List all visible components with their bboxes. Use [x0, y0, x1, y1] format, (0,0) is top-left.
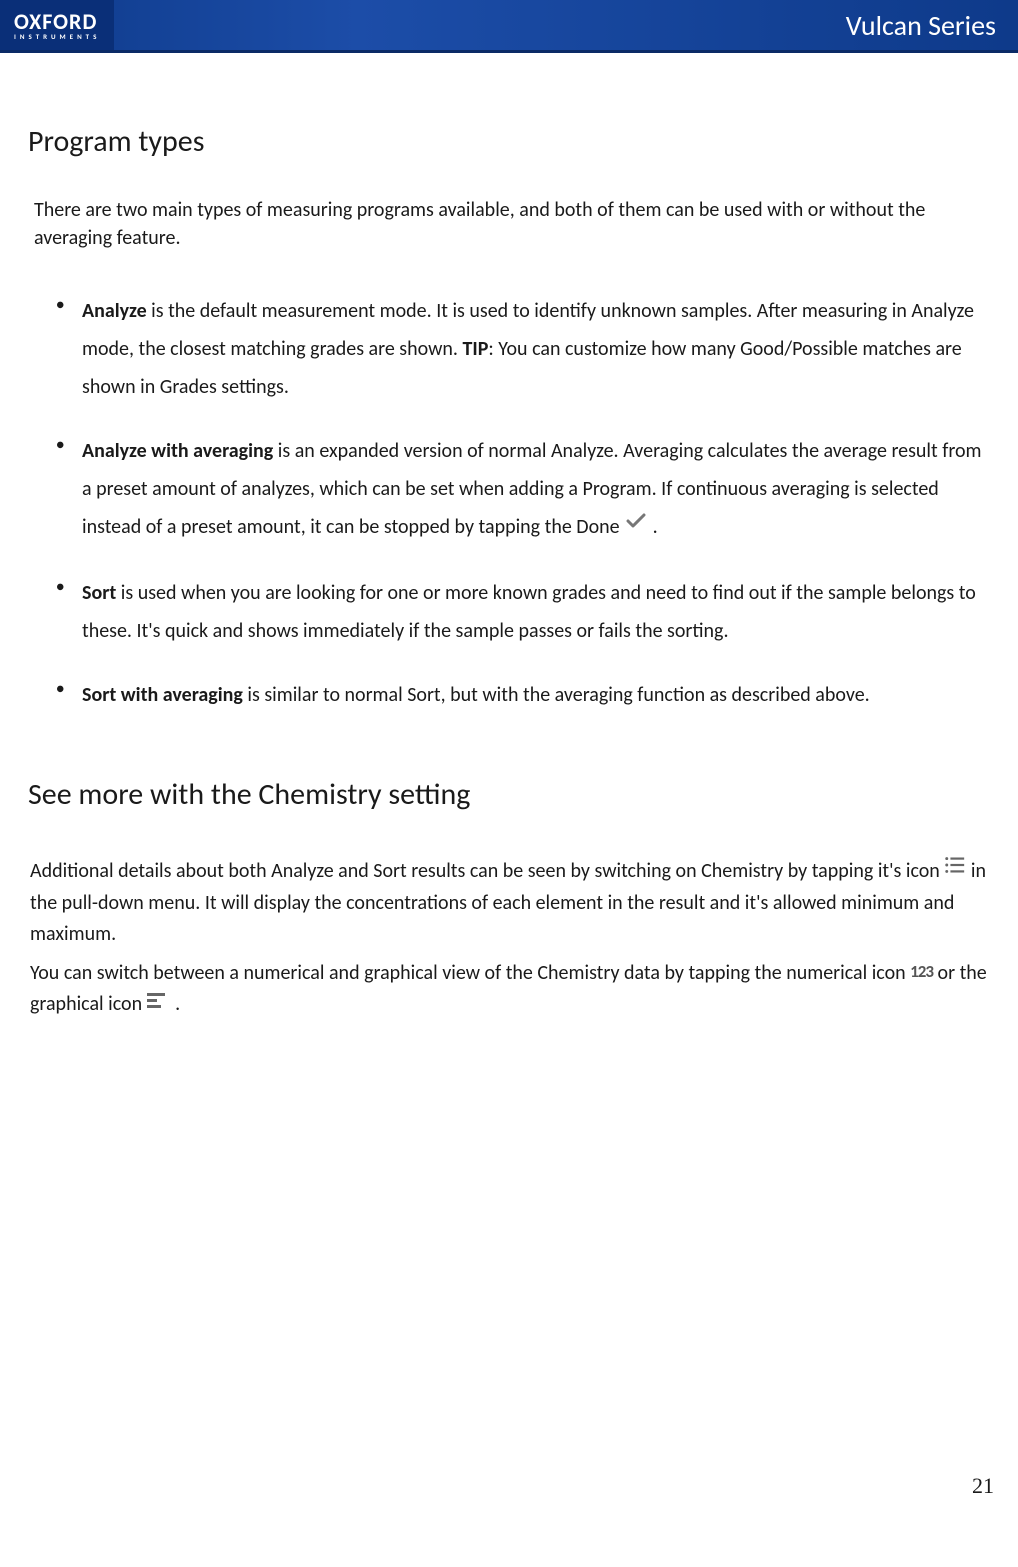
item-title: Analyze: [82, 299, 147, 323]
header-bar: OXFORD INSTRUMENTS Vulcan Series: [0, 0, 1018, 53]
body-text: You can switch between a numerical and g…: [30, 961, 910, 985]
list-item: Sort is used when you are looking for on…: [56, 574, 990, 650]
body-text: Additional details about both Analyze an…: [30, 859, 944, 883]
page-number: 21: [972, 1473, 994, 1499]
section-heading-chemistry: See more with the Chemistry setting: [28, 774, 990, 817]
graphical-bars-icon: [147, 988, 171, 1019]
checkmark-icon: [624, 508, 648, 546]
item-text: is used when you are looking for one or …: [82, 581, 976, 643]
section-heading-program-types: Program types: [28, 121, 990, 164]
item-text: is similar to normal Sort, but with the …: [243, 683, 870, 707]
logo-sub-text: INSTRUMENTS: [14, 33, 100, 40]
program-types-list: Analyze is the default measurement mode.…: [28, 292, 990, 713]
list-item: Sort with averaging is similar to normal…: [56, 676, 990, 714]
chemistry-paragraph-2: You can switch between a numerical and g…: [30, 958, 990, 1021]
item-title: Sort: [82, 581, 116, 605]
tip-label: TIP: [462, 337, 488, 361]
logo-main-text: OXFORD: [14, 10, 100, 33]
brand-logo: OXFORD INSTRUMENTS: [0, 0, 114, 50]
numerical-icon: 123: [910, 959, 933, 985]
item-title: Sort with averaging: [82, 683, 243, 707]
item-text: .: [648, 515, 658, 539]
list-icon: [944, 854, 966, 886]
item-title: Analyze with averaging: [82, 439, 273, 463]
header-title: Vulcan Series: [846, 8, 1018, 43]
intro-paragraph: There are two main types of measuring pr…: [34, 196, 990, 253]
list-item: Analyze is the default measurement mode.…: [56, 292, 990, 406]
chemistry-paragraph: Additional details about both Analyze an…: [30, 856, 990, 950]
list-item: Analyze with averaging is an expanded ve…: [56, 432, 990, 547]
body-text: .: [171, 992, 181, 1016]
